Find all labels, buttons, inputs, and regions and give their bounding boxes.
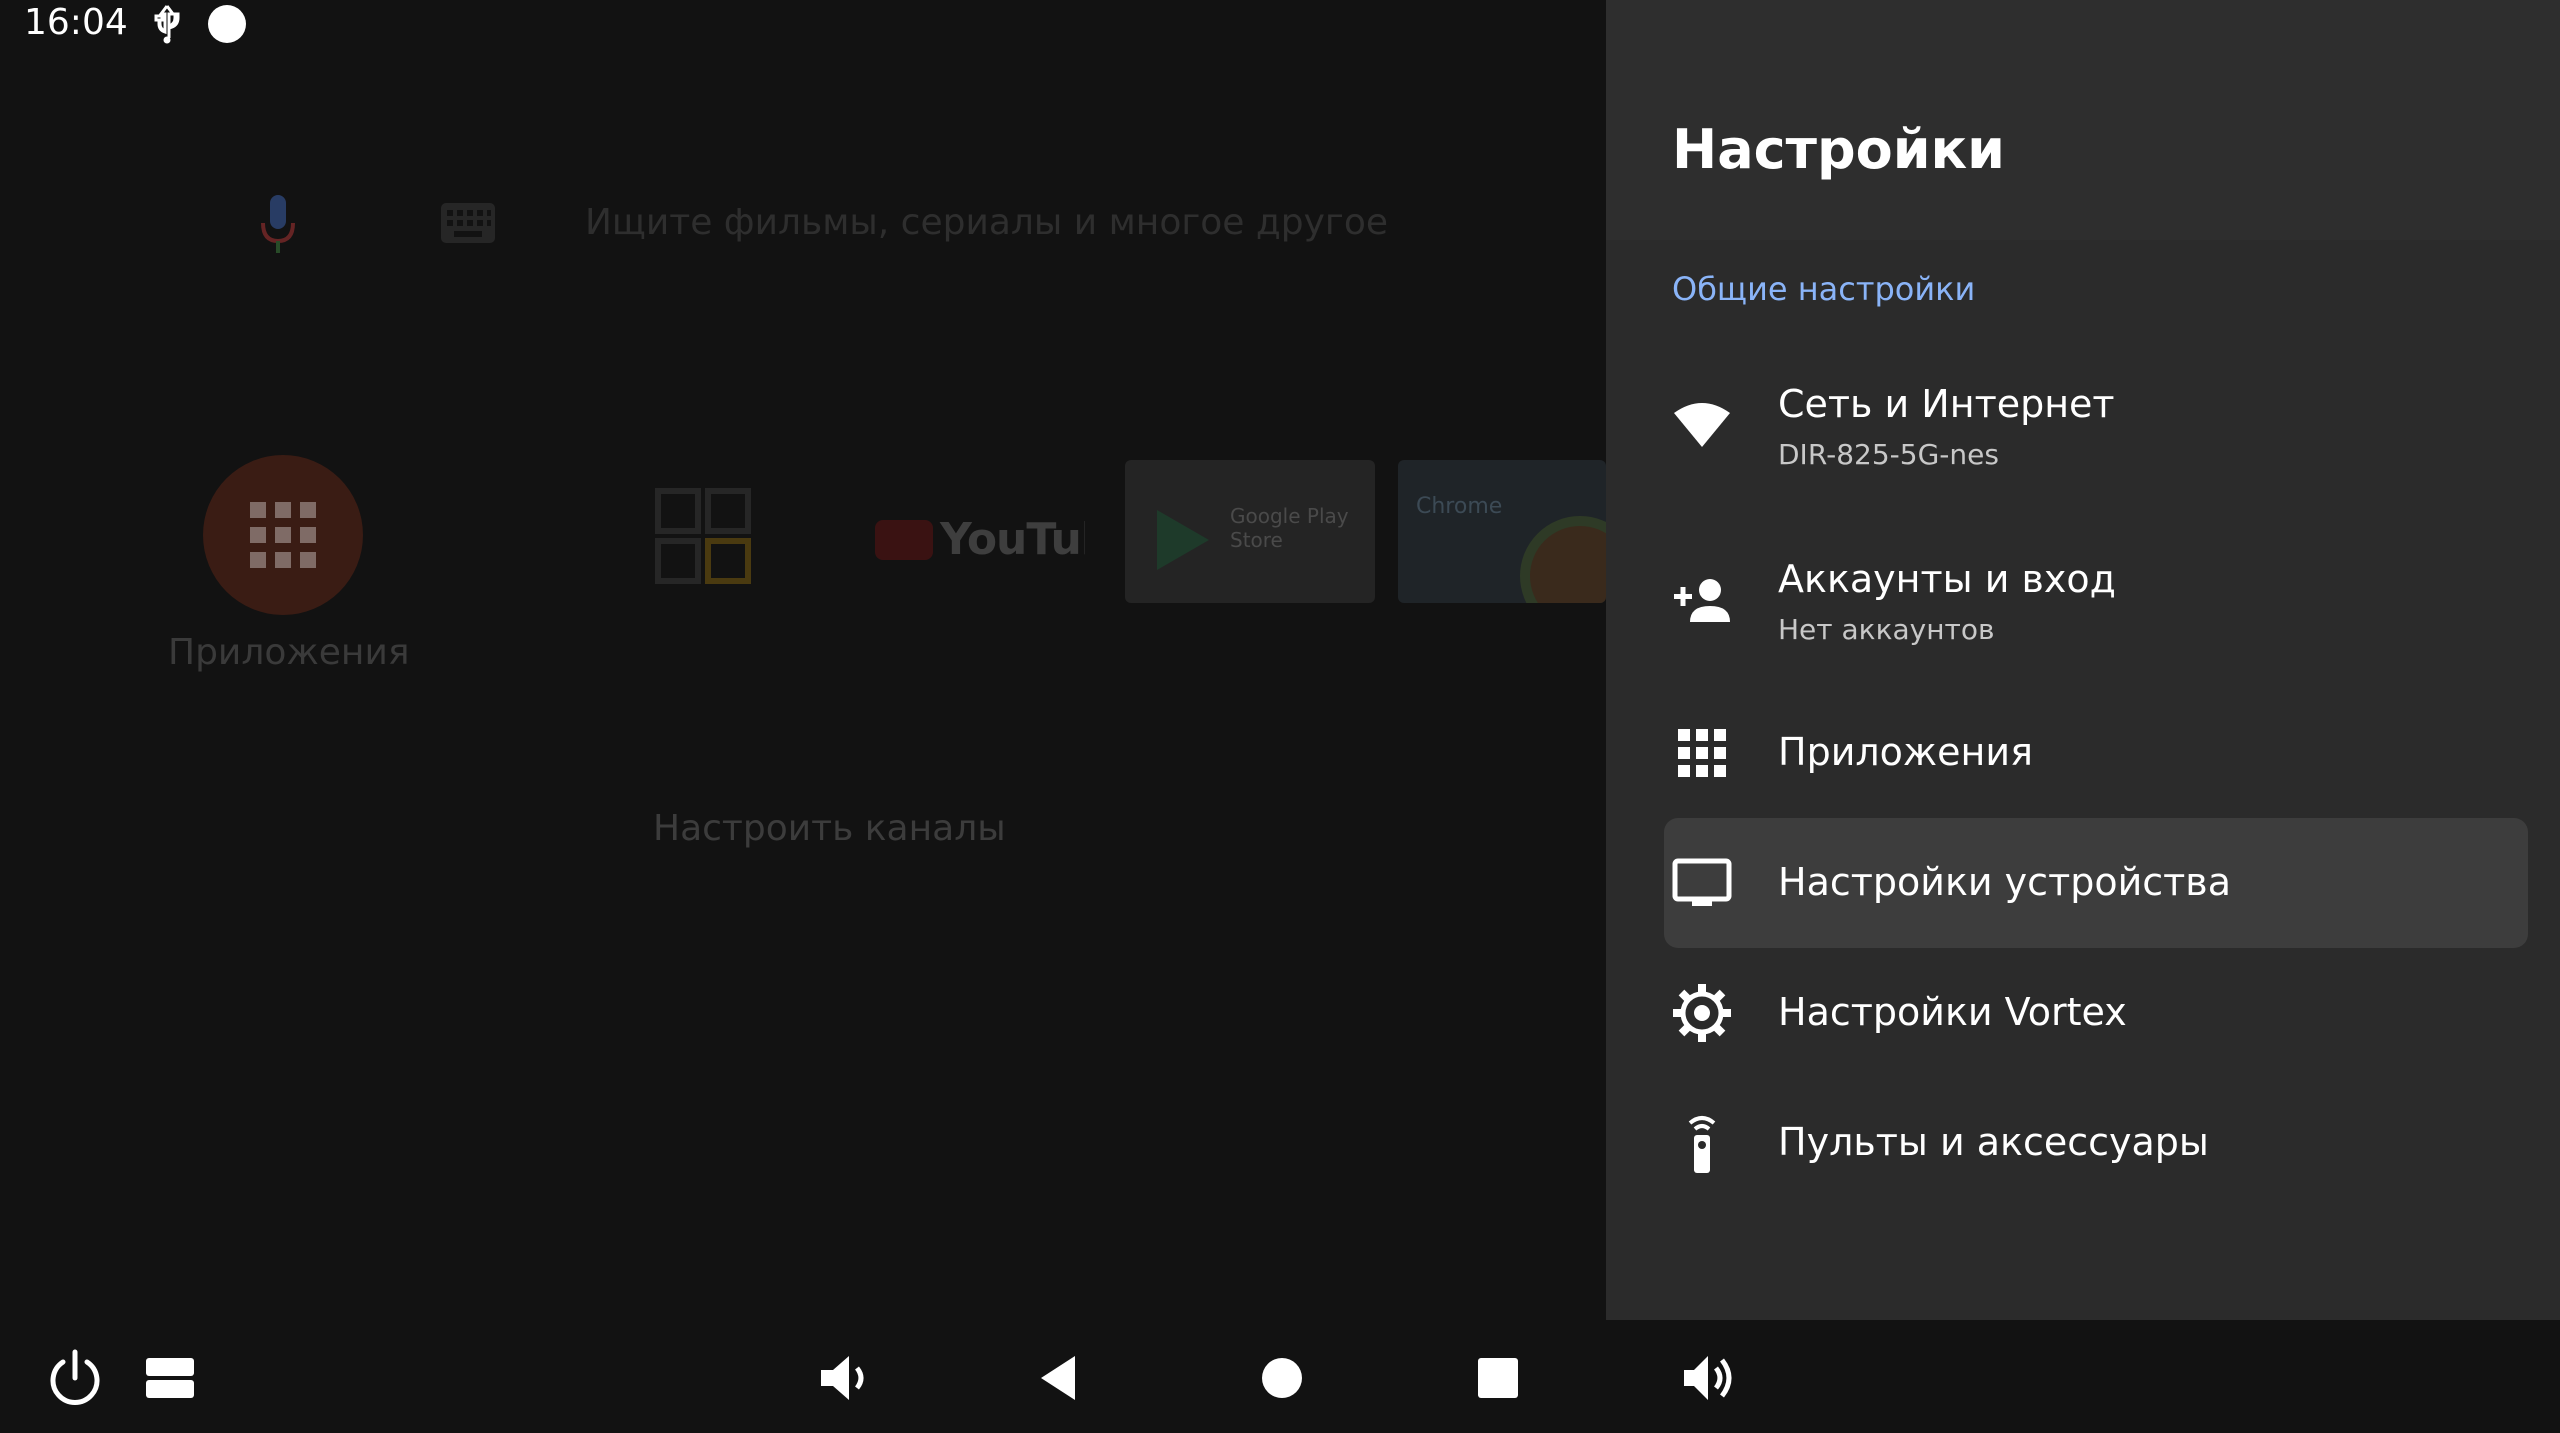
power-icon[interactable] bbox=[45, 1348, 105, 1408]
volume-up-icon[interactable] bbox=[1680, 1348, 1740, 1408]
volume-down-icon[interactable] bbox=[815, 1348, 875, 1408]
apps-grid-icon bbox=[250, 502, 316, 568]
settings-item-title: Приложения bbox=[1778, 730, 2033, 774]
keyboard-icon[interactable] bbox=[440, 202, 496, 244]
back-icon[interactable] bbox=[1033, 1348, 1093, 1408]
settings-title: Настройки bbox=[1672, 118, 2006, 181]
wifi-icon bbox=[1674, 403, 1730, 447]
gear-icon bbox=[1673, 984, 1731, 1042]
remote-icon bbox=[1688, 1116, 1716, 1173]
usb-icon bbox=[154, 5, 180, 44]
settings-item-apps[interactable]: Приложения bbox=[1606, 688, 2560, 818]
chrome-tile[interactable]: Chrome bbox=[1398, 460, 1606, 603]
home-screen-background: Ищите фильмы, сериалы и многое другое Пр… bbox=[0, 50, 1606, 1320]
settings-header: Настройки bbox=[1606, 0, 2560, 240]
settings-item-remotes[interactable]: Пульты и аксессуары bbox=[1606, 1078, 2560, 1208]
settings-item-vortex[interactable]: Настройки Vortex bbox=[1606, 948, 2560, 1078]
apps-grid-icon bbox=[1678, 729, 1726, 777]
settings-item-subtitle: Нет аккаунтов bbox=[1778, 613, 1995, 646]
add-account-icon bbox=[1674, 579, 1730, 622]
chrome-icon bbox=[1520, 516, 1606, 603]
google-play-tile[interactable]: Google Play Store bbox=[1125, 460, 1375, 603]
setup-channels-link[interactable]: Настроить каналы bbox=[653, 808, 1006, 849]
youtube-label: YouTube bbox=[940, 514, 1085, 565]
settings-item-title: Настройки устройства bbox=[1778, 860, 2231, 904]
apps-label: Приложения bbox=[168, 632, 410, 673]
settings-item-title: Настройки Vortex bbox=[1778, 990, 2127, 1034]
settings-item-title: Пульты и аксессуары bbox=[1778, 1120, 2209, 1164]
play-store-icon bbox=[1157, 510, 1209, 570]
youtube-logo-icon bbox=[875, 520, 933, 560]
app-grid-logo-icon bbox=[655, 488, 751, 584]
menu-icon[interactable] bbox=[140, 1348, 200, 1408]
status-time: 16:04 bbox=[24, 2, 128, 43]
recents-icon[interactable] bbox=[1468, 1348, 1528, 1408]
settings-section-label: Общие настройки bbox=[1672, 270, 1976, 308]
play-store-label: Google Play Store bbox=[1230, 504, 1349, 552]
chrome-label: Chrome bbox=[1416, 494, 1503, 519]
settings-item-title: Сеть и Интернет bbox=[1778, 382, 2115, 426]
settings-item-accounts[interactable]: Аккаунты и вход Нет аккаунтов bbox=[1606, 535, 2560, 665]
settings-panel: Настройки Общие настройки Сеть и Интерне… bbox=[1606, 0, 2560, 1320]
tv-icon bbox=[1672, 858, 1732, 906]
app-tile-generic[interactable] bbox=[650, 483, 760, 593]
home-icon[interactable] bbox=[1252, 1348, 1312, 1408]
settings-item-title: Аккаунты и вход bbox=[1778, 557, 2116, 601]
navigation-bar bbox=[0, 1320, 2560, 1433]
youtube-tile[interactable]: YouTube bbox=[875, 508, 1085, 578]
settings-item-network[interactable]: Сеть и Интернет DIR-825-5G-nes bbox=[1606, 360, 2560, 490]
mic-icon[interactable] bbox=[258, 195, 298, 255]
search-placeholder[interactable]: Ищите фильмы, сериалы и многое другое bbox=[585, 202, 1388, 243]
notification-dot-icon bbox=[208, 5, 246, 43]
settings-item-device[interactable]: Настройки устройства bbox=[1664, 818, 2528, 948]
settings-item-subtitle: DIR-825-5G-nes bbox=[1778, 438, 1999, 471]
